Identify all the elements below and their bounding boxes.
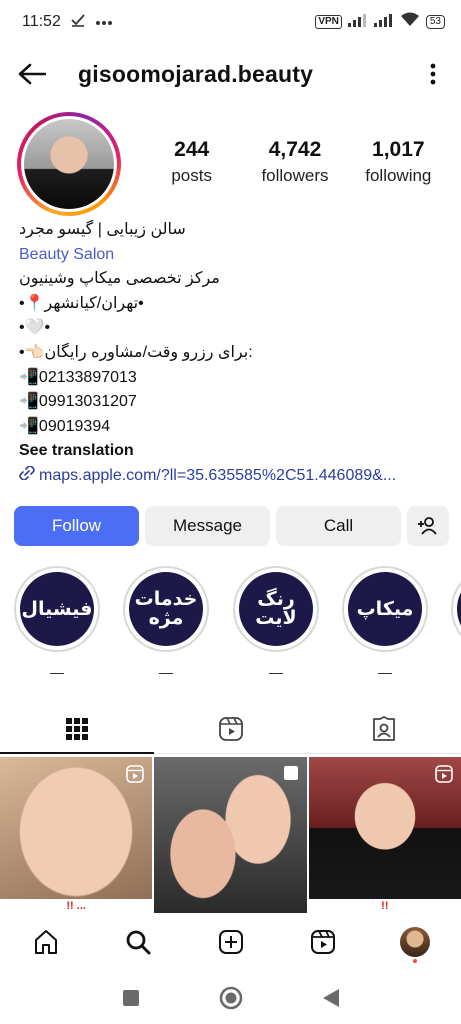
profile-avatar: [399, 927, 430, 957]
tab-tagged[interactable]: [307, 704, 461, 753]
signal-icon: [373, 13, 394, 32]
highlight-cover: میکاپ: [348, 572, 422, 646]
bio-line: •📍تهران/کیانشهر•: [19, 294, 144, 312]
posts-count[interactable]: 244 posts: [140, 138, 243, 186]
system-navigation-bar: [0, 971, 461, 1024]
grid-icon: [65, 717, 88, 740]
see-translation-link[interactable]: See translation: [19, 439, 449, 464]
tagged-icon: [373, 715, 396, 741]
call-button[interactable]: Call: [276, 506, 401, 546]
more-options-button[interactable]: [405, 50, 461, 98]
profile-actions: Follow Message Call: [14, 506, 454, 546]
suggested-accounts-button[interactable]: [407, 506, 449, 546]
signal-icon: [347, 13, 368, 32]
square-icon: [122, 989, 139, 1006]
stat-value: 1,017: [372, 138, 425, 161]
nav-create[interactable]: [184, 913, 276, 971]
highlight-item-partial[interactable]: [448, 566, 461, 652]
nav-search[interactable]: [92, 913, 184, 971]
highlight-item[interactable]: رنگ لایت —: [230, 566, 322, 680]
profile-username: gisoomojarad.beauty: [78, 60, 314, 87]
more-dots-icon: [95, 13, 113, 31]
add-person-icon: [418, 517, 437, 535]
search-icon: [126, 930, 151, 955]
highlight-item[interactable]: فیشیال —: [11, 566, 103, 680]
multiple-photos-icon: [283, 766, 298, 780]
highlight-item[interactable]: میکاپ —: [339, 566, 431, 680]
check-icon: [71, 13, 85, 32]
bio-phone: 📲09913031207: [19, 393, 137, 411]
highlight-cover: فیشیال: [20, 572, 94, 646]
highlight-cover: خدمات مژه: [129, 572, 203, 646]
profile-stats: 244 posts 4,742 followers 1,017 followin…: [140, 138, 450, 186]
vpn-indicator: VPN: [315, 15, 342, 29]
bio-line: •👈🏻برای رزرو وقت/مشاوره رایگان:: [19, 343, 253, 361]
nav-reels[interactable]: [277, 913, 369, 971]
reel-indicator-icon: [126, 765, 145, 783]
followers-count[interactable]: 4,742 followers: [243, 138, 346, 186]
recents-button[interactable]: [81, 971, 181, 1024]
circle-icon: [219, 986, 242, 1009]
tab-posts-grid[interactable]: [0, 704, 154, 754]
stat-value: 4,742: [268, 138, 322, 161]
reels-icon: [218, 716, 243, 741]
profile-header: gisoomojarad.beauty: [0, 50, 461, 98]
tab-reels[interactable]: [154, 704, 308, 753]
story-highlights: فیشیال — خدمات مژه — رنگ لایت — میکاپ —: [0, 566, 461, 686]
link-text: maps.apple.com/?ll=35.635585%2C51.446089…: [39, 466, 397, 484]
profile-avatar-story-ring[interactable]: [17, 112, 121, 216]
nav-home[interactable]: [0, 913, 92, 971]
bottom-navigation: [0, 913, 461, 971]
reel-indicator-icon: [435, 765, 453, 783]
stat-label: followers: [261, 166, 329, 185]
bio-line: مرکز تخصصی میکاپ وشینیون: [19, 270, 220, 288]
highlight-label: —: [50, 664, 64, 680]
highlight-label: —: [159, 664, 173, 680]
post-caption: !! ...: [0, 899, 153, 913]
back-button[interactable]: [0, 50, 64, 98]
battery-icon: 53: [425, 15, 445, 29]
follow-button[interactable]: Follow: [14, 506, 139, 546]
wifi-icon: [400, 12, 420, 32]
profile-bio: سالن زیبایی | گیسو مجرد Beauty Salon مرک…: [19, 218, 449, 489]
status-bar: 11:52 VPN 53: [0, 0, 461, 44]
message-button[interactable]: Message: [145, 506, 270, 546]
bio-phone: 📲02133897013: [19, 368, 137, 386]
post-thumbnail[interactable]: !!: [308, 757, 461, 913]
stat-value: 244: [174, 138, 210, 161]
nav-profile[interactable]: [369, 913, 461, 971]
highlight-cover: رنگ لایت: [239, 572, 313, 646]
status-time: 11:52: [22, 13, 61, 30]
triangle-back-icon: [322, 988, 339, 1007]
highlight-label: —: [269, 664, 283, 680]
bio-website-link[interactable]: maps.apple.com/?ll=35.635585%2C51.446089…: [19, 464, 449, 489]
post-thumbnail[interactable]: [154, 757, 307, 913]
home-button[interactable]: [181, 971, 281, 1024]
notification-dot: [412, 959, 417, 963]
bio-category[interactable]: Beauty Salon: [19, 243, 449, 268]
profile-avatar: [24, 119, 114, 209]
create-icon: [218, 930, 243, 954]
post-thumbnail[interactable]: !! ...: [0, 757, 153, 913]
bio-line: •🤍•: [19, 319, 51, 337]
bio-phone: 📲09019394: [19, 417, 111, 435]
reels-icon: [310, 930, 335, 954]
vertical-dots-icon: [430, 63, 436, 85]
system-back-button[interactable]: [281, 971, 381, 1024]
posts-grid: !! ... !!: [0, 757, 461, 913]
post-caption: !!: [308, 899, 461, 913]
back-arrow-icon: [18, 63, 46, 85]
stat-label: posts: [171, 166, 212, 185]
highlight-item[interactable]: خدمات مژه —: [120, 566, 212, 680]
stat-label: following: [365, 166, 432, 185]
following-count[interactable]: 1,017 following: [347, 138, 450, 186]
profile-tabs: [0, 704, 461, 754]
bio-name: سالن زیبایی | گیسو مجرد: [19, 221, 186, 238]
home-icon: [35, 930, 58, 954]
highlight-label: —: [378, 664, 392, 680]
link-icon: [19, 465, 35, 481]
